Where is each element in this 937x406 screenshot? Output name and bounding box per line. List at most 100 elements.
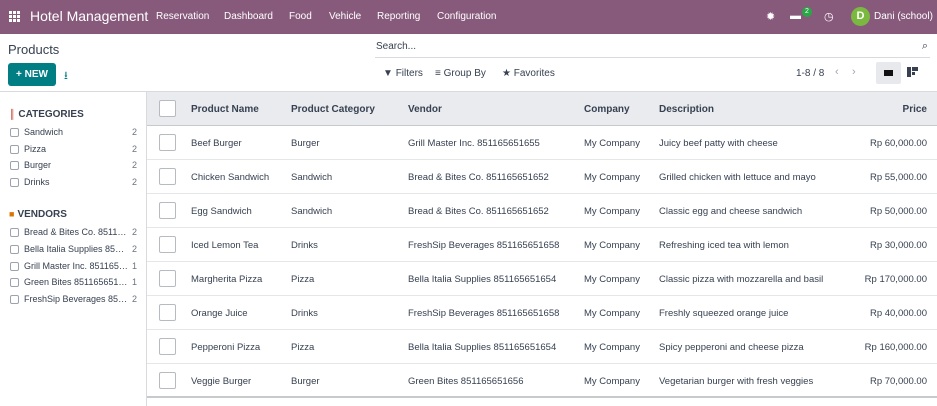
column-header-price[interactable]: Price [903,104,927,115]
bug-icon[interactable]: ✹ [766,10,775,23]
column-header-product-name[interactable]: Product Name [191,104,259,115]
cell-price: Rp 160,000.00 [864,342,927,353]
row-checkbox[interactable] [159,304,176,321]
cell-description: Refreshing iced tea with lemon [659,240,789,251]
column-header-company[interactable]: Company [584,104,630,115]
row-checkbox[interactable] [159,338,176,355]
search-icon[interactable]: ⌕ [922,40,928,53]
column-header-description[interactable]: Description [659,104,714,115]
clock-icon[interactable]: ◷ [824,10,834,23]
table-row[interactable]: Veggie Burger Burger Green Bites 851165651… [147,364,937,398]
menu-reservation[interactable]: Reservation [156,11,209,22]
cell-product-name: Iced Lemon Tea [191,240,259,251]
select-all-checkbox[interactable] [159,100,176,117]
cell-vendor: Bread & Bites Co. 851165651652 [408,172,549,183]
table-row[interactable]: Beef Burger Burger Grill Master Inc. 85116… [147,126,937,160]
cell-vendor: Bella Italia Supplies 851165651654 [408,274,557,285]
vendor-item[interactable]: Green Bites 851165651656 1 [10,276,137,290]
menu-food[interactable]: Food [289,11,312,22]
chevron-left-icon[interactable]: ‹ [835,66,839,78]
plus-icon: + [16,69,22,80]
vendor-label: Green Bites 851165651656 [24,277,128,287]
avatar[interactable]: D [851,7,870,26]
download-icon[interactable]: ⭳ [64,67,68,86]
row-checkbox[interactable] [159,202,176,219]
row-checkbox[interactable] [159,236,176,253]
menu-configuration[interactable]: Configuration [437,11,496,22]
cell-price: Rp 50,000.00 [869,206,927,217]
category-item[interactable]: Pizza 2 [10,143,137,157]
table-row[interactable]: Pepperoni Pizza Pizza Bella Italia Supplie… [147,330,937,364]
vendor-item[interactable]: FreshSip Beverages 8511656516582 [10,293,137,307]
table-row[interactable]: Orange Juice Drinks FreshSip Beverages 851… [147,296,937,330]
cell-product-category: Drinks [291,240,318,251]
checkbox[interactable] [10,228,19,237]
list-view-button[interactable] [876,62,901,84]
table-row[interactable]: Egg Sandwich Sandwich Bread & Bites Co. 85… [147,194,937,228]
cell-product-name: Orange Juice [191,308,248,319]
list-view-icon [884,70,893,76]
cell-product-category: Pizza [291,342,315,353]
new-button[interactable]: + NEW [8,63,56,86]
chevron-right-icon[interactable]: › [852,66,856,78]
column-header-product-category[interactable]: Product Category [291,104,375,115]
vendor-item[interactable]: Grill Master Inc. 8511656516551 [10,260,137,274]
cell-price: Rp 40,000.00 [869,308,927,319]
menu-reporting[interactable]: Reporting [377,11,420,22]
pager-value[interactable]: 1-8 / 8 [796,68,824,79]
cell-description: Vegetarian burger with fresh veggies [659,376,814,387]
vendor-item[interactable]: Bread & Bites Co. 8511656516522 [10,226,137,240]
group-by-button[interactable]: ≡ Group By [435,68,486,79]
row-checkbox[interactable] [159,168,176,185]
cell-product-category: Drinks [291,308,318,319]
checkbox[interactable] [10,161,19,170]
cell-product-category: Sandwich [291,206,333,217]
favorites-button[interactable]: ★ Favorites [502,68,555,79]
cell-product-category: Pizza [291,274,315,285]
cell-price: Rp 30,000.00 [869,240,927,251]
kanban-view-button[interactable] [907,67,918,77]
vendor-item[interactable]: Bella Italia Supplies 8511656516542 [10,243,137,257]
product-list-table: Product Name Product Category Vendor Com… [146,92,937,406]
category-item[interactable]: Burger 2 [10,159,137,173]
category-count: 2 [131,127,137,137]
apps-grid-icon[interactable] [9,11,20,22]
checkbox[interactable] [10,245,19,254]
table-row[interactable]: Iced Lemon Tea Drinks FreshSip Beverages 8… [147,228,937,262]
checkbox[interactable] [10,145,19,154]
vendors-heading: ■ VENDORS [9,209,67,220]
vendor-count: 1 [131,277,137,287]
category-item[interactable]: Drinks 2 [10,176,137,190]
menu-vehicle[interactable]: Vehicle [329,11,361,22]
cell-product-name: Beef Burger [191,138,242,149]
checkbox[interactable] [10,128,19,137]
filters-button[interactable]: ▼ Filters [383,68,423,79]
cell-description: Spicy pepperoni and cheese pizza [659,342,804,353]
search-input[interactable] [376,41,896,52]
vendor-count: 2 [131,294,137,304]
cell-description: Grilled chicken with lettuce and mayo [659,172,816,183]
table-row[interactable]: Chicken Sandwich Sandwich Bread & Bites Co… [147,160,937,194]
column-header-vendor[interactable]: Vendor [408,104,442,115]
chat-icon[interactable]: ▬ [790,10,801,22]
checkbox[interactable] [10,178,19,187]
row-checkbox[interactable] [159,270,176,287]
table-header: Product Name Product Category Vendor Com… [147,92,937,126]
checkbox[interactable] [10,262,19,271]
favorites-label: Favorites [513,68,555,79]
app-name[interactable]: Hotel Management [30,8,148,24]
cell-company: My Company [584,308,640,319]
category-count: 2 [131,177,137,187]
row-checkbox[interactable] [159,134,176,151]
checkbox[interactable] [10,295,19,304]
table-row[interactable]: Margherita Pizza Pizza Bella Italia Suppli… [147,262,937,296]
cell-product-name: Pepperoni Pizza [191,342,261,353]
menu-dashboard[interactable]: Dashboard [224,11,273,22]
category-item[interactable]: Sandwich 2 [10,126,137,140]
user-name[interactable]: Dani (school) [874,11,933,22]
row-checkbox[interactable] [159,372,176,389]
checkbox[interactable] [10,278,19,287]
category-label: Drinks [24,177,50,187]
cell-description: Juicy beef patty with cheese [659,138,778,149]
cell-description: Classic pizza with mozzarella and basil [659,274,824,285]
